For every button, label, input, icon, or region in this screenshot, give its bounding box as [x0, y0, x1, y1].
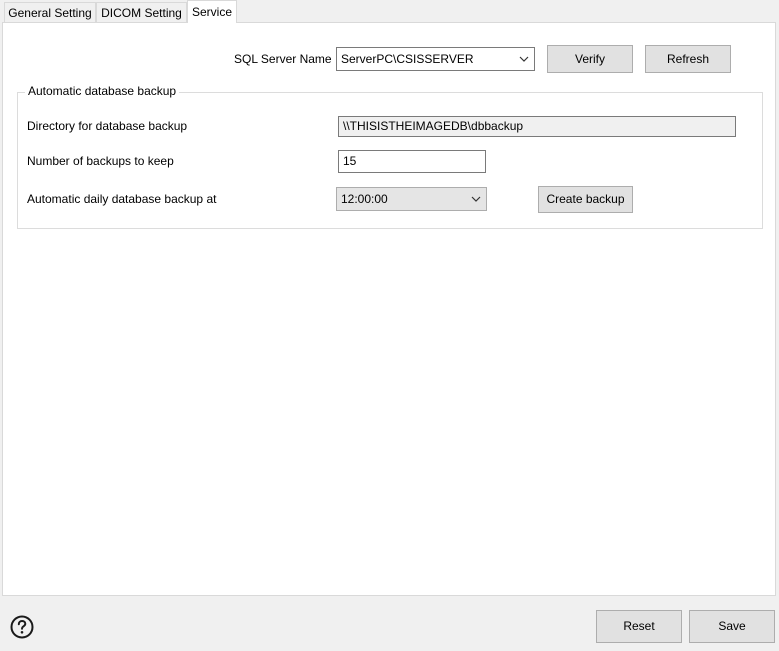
- service-panel: SQL Server Name ServerPC\CSISSERVER Veri…: [2, 22, 776, 596]
- refresh-button[interactable]: Refresh: [645, 45, 731, 73]
- backup-directory-field[interactable]: \\THISISTHEIMAGEDB\dbbackup: [338, 116, 736, 137]
- backups-to-keep-label: Number of backups to keep: [27, 154, 174, 168]
- sql-server-label: SQL Server Name: [234, 52, 332, 66]
- backup-directory-label: Directory for database backup: [27, 119, 188, 133]
- backups-to-keep-input[interactable]: 15: [338, 150, 486, 173]
- tab-dicom-setting[interactable]: DICOM Setting: [96, 2, 187, 22]
- create-backup-button[interactable]: Create backup: [538, 186, 633, 213]
- backup-group-title: Automatic database backup: [25, 84, 180, 98]
- backup-directory-value: \\THISISTHEIMAGEDB\dbbackup: [343, 119, 524, 133]
- daily-backup-time-select[interactable]: 12:00:00: [336, 187, 487, 211]
- reset-button[interactable]: Reset: [596, 610, 682, 643]
- tab-label: Service: [191, 5, 232, 19]
- refresh-button-label: Refresh: [666, 52, 710, 66]
- sql-server-select[interactable]: ServerPC\CSISSERVER: [336, 47, 535, 71]
- save-button[interactable]: Save: [689, 610, 775, 643]
- tab-service[interactable]: Service: [187, 0, 237, 23]
- verify-button-label: Verify: [574, 52, 605, 66]
- chevron-down-icon: [518, 48, 530, 77]
- reset-button-label: Reset: [623, 619, 655, 633]
- daily-backup-time-label: Automatic daily database backup at: [27, 192, 217, 206]
- tab-bar: General Setting DICOM Setting Service: [0, 0, 779, 23]
- verify-button[interactable]: Verify: [547, 45, 633, 73]
- help-icon[interactable]: [10, 615, 34, 639]
- save-button-label: Save: [718, 619, 746, 633]
- tab-label: General Setting: [8, 6, 92, 20]
- tab-general-setting[interactable]: General Setting: [4, 2, 96, 22]
- daily-backup-time-value: 12:00:00: [341, 192, 388, 206]
- chevron-down-icon: [470, 188, 482, 217]
- tab-label: DICOM Setting: [101, 6, 182, 20]
- create-backup-button-label: Create backup: [546, 192, 625, 206]
- sql-server-value: ServerPC\CSISSERVER: [341, 52, 474, 66]
- backups-to-keep-value: 15: [343, 154, 357, 168]
